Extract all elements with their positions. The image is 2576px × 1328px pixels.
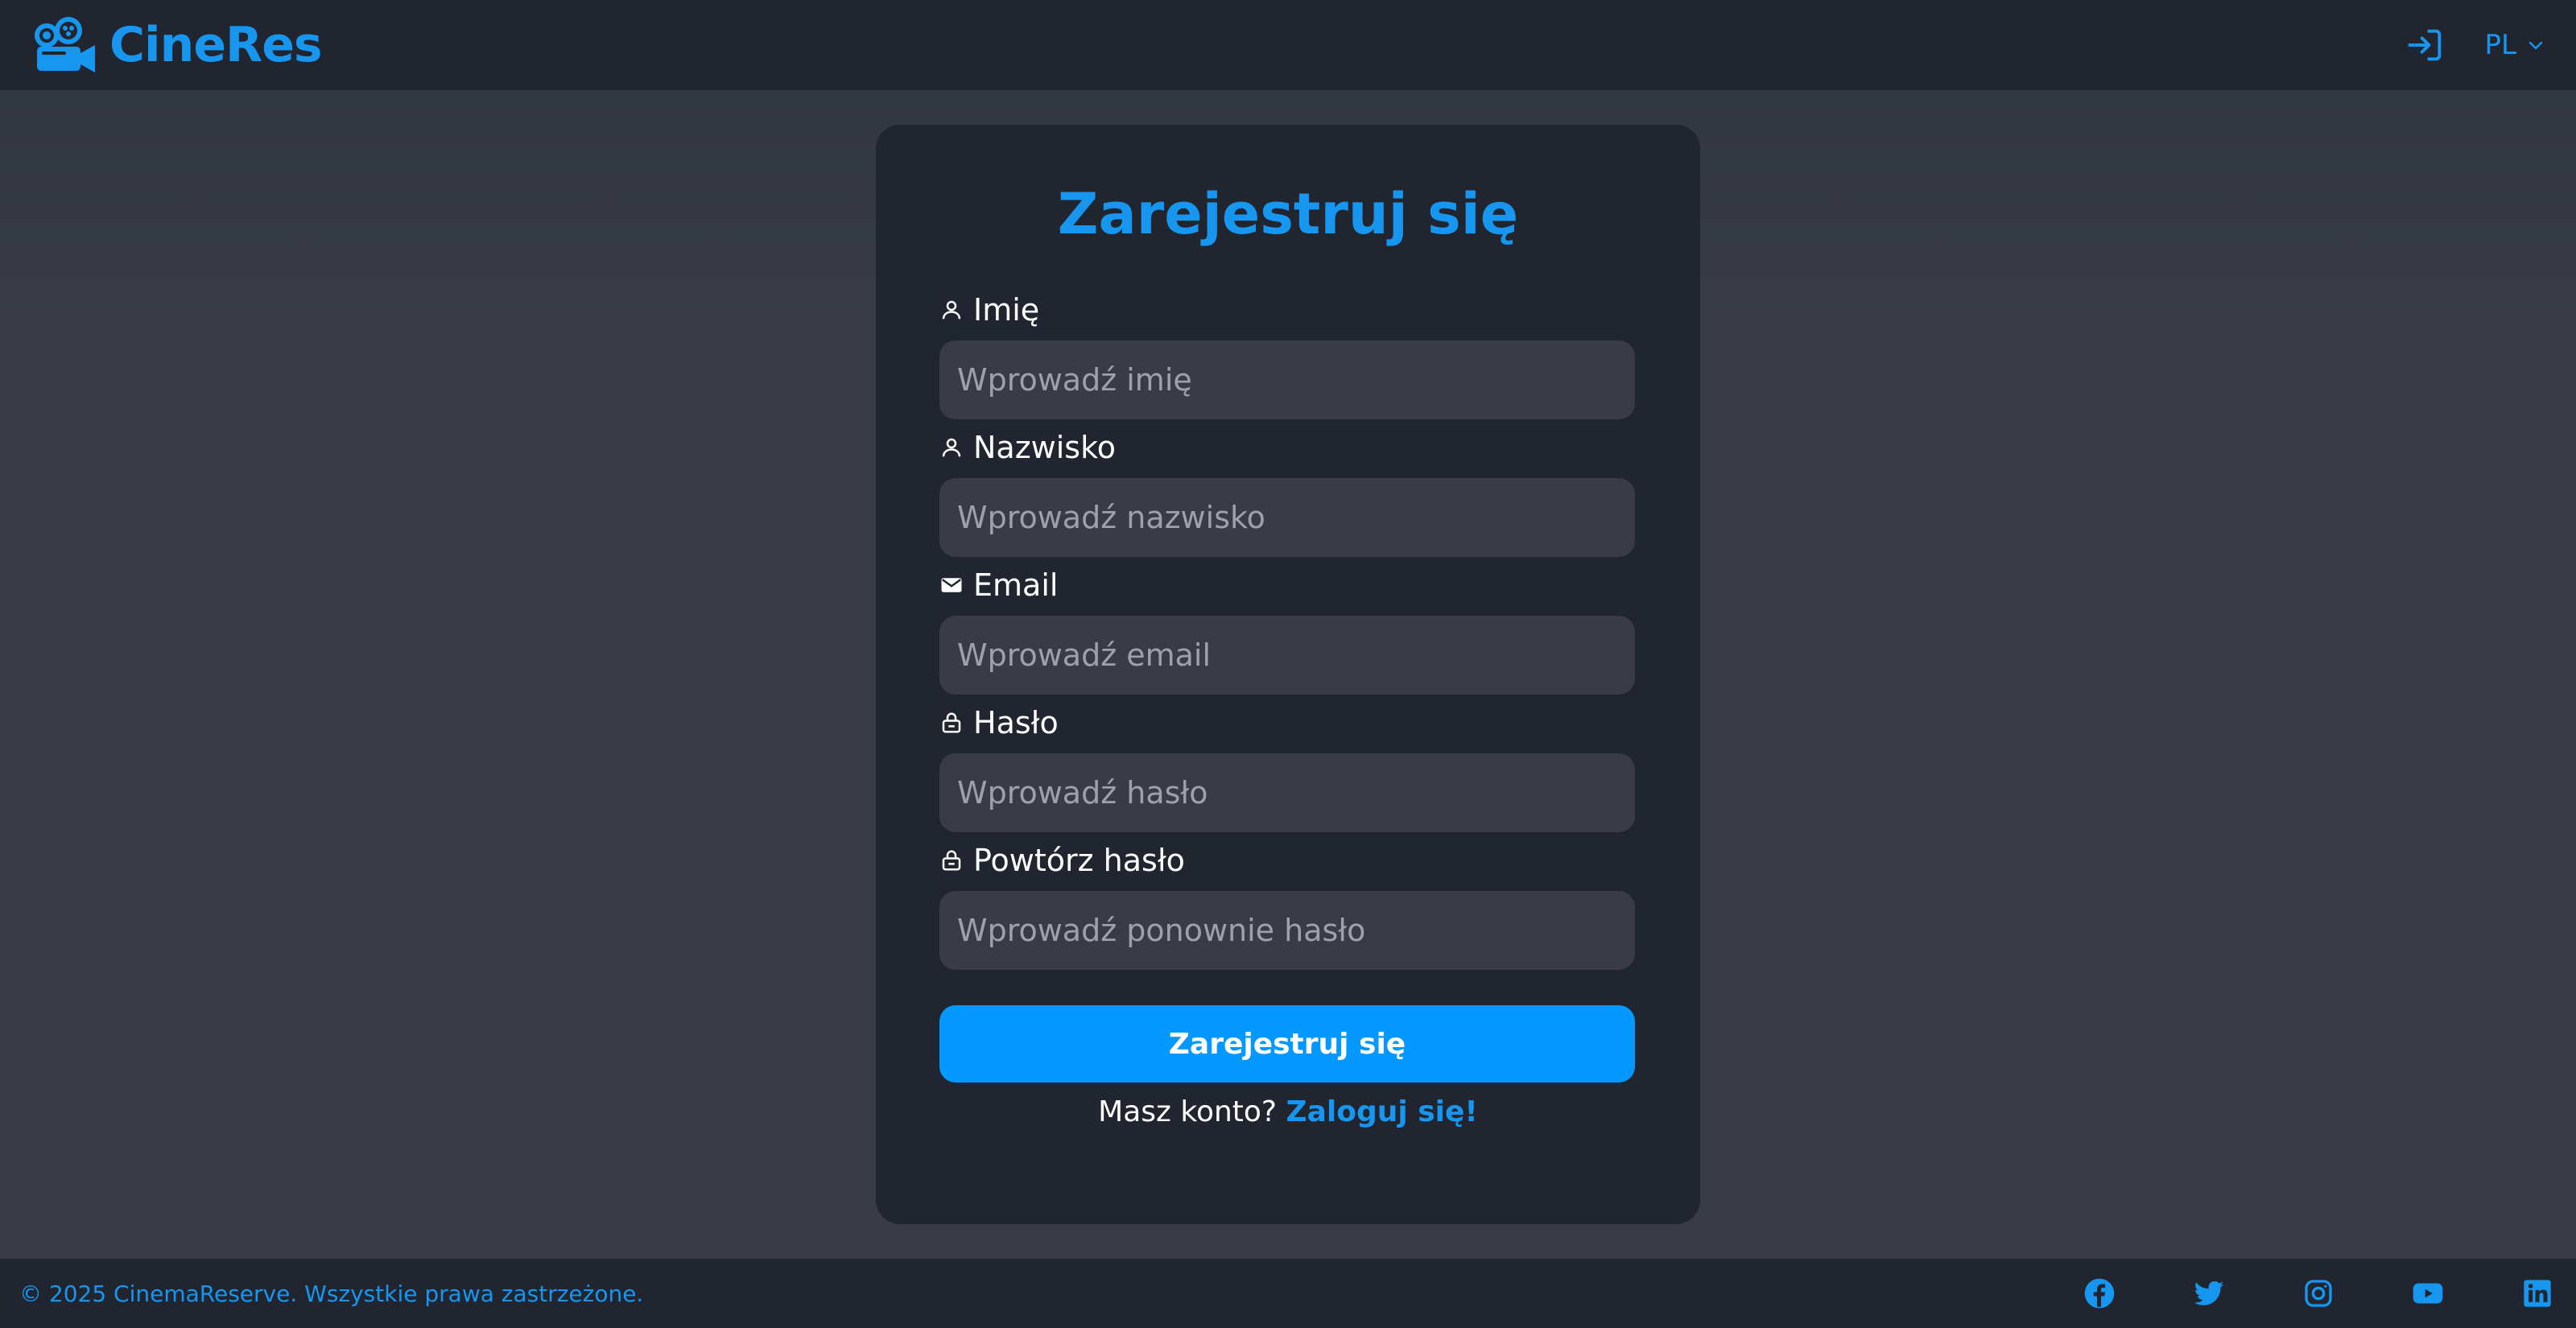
linkedin-icon[interactable] — [2521, 1277, 2553, 1309]
envelope-icon — [941, 578, 962, 592]
language-code: PL — [2484, 29, 2516, 61]
top-navbar: CineRes PL — [0, 0, 2576, 90]
login-icon[interactable] — [2405, 24, 2446, 66]
user-icon — [942, 300, 961, 320]
login-prompt: Masz konto? Zaloguj się! — [876, 1095, 1700, 1128]
repeat-password-input[interactable] — [939, 891, 1635, 970]
login-prompt-text: Masz konto? — [1098, 1095, 1278, 1128]
repeat-password-label: Powtórz hasło — [939, 841, 1635, 880]
brand-name: CineRes — [109, 17, 323, 73]
lock-icon — [942, 850, 961, 871]
password-label: Hasło — [939, 703, 1635, 742]
email-label-text: Email — [973, 567, 1059, 603]
repeat-password-field: Powtórz hasło — [939, 841, 1635, 970]
first-name-input[interactable] — [939, 340, 1635, 419]
film-camera-logo-icon — [35, 17, 95, 72]
chevron-down-icon — [2529, 41, 2543, 50]
instagram-icon[interactable] — [2302, 1277, 2334, 1309]
password-input[interactable] — [939, 753, 1635, 832]
login-link[interactable]: Zaloguj się! — [1286, 1095, 1477, 1128]
header-actions: PL — [2405, 24, 2544, 66]
twitter-icon[interactable] — [2193, 1277, 2225, 1309]
password-field: Hasło — [939, 703, 1635, 832]
email-label: Email — [939, 566, 1635, 604]
password-label-text: Hasło — [973, 705, 1059, 740]
register-card: Zarejestruj się Imię Nazwisko — [876, 125, 1700, 1224]
copyright-text: © 2025 CinemaReserve. Wszystkie prawa za… — [19, 1280, 644, 1307]
register-button[interactable]: Zarejestruj się — [939, 1005, 1635, 1083]
main-content: Zarejestruj się Imię Nazwisko — [0, 90, 2576, 1259]
last-name-field: Nazwisko — [939, 428, 1635, 557]
repeat-password-label-text: Powtórz hasło — [973, 843, 1185, 878]
email-field: Email — [939, 566, 1635, 695]
last-name-input[interactable] — [939, 478, 1635, 557]
youtube-icon[interactable] — [2412, 1277, 2444, 1309]
lock-icon — [942, 712, 961, 733]
page-title: Zarejestruj się — [1057, 181, 1519, 247]
email-input[interactable] — [939, 616, 1635, 695]
first-name-field: Imię — [939, 291, 1635, 419]
user-icon — [942, 438, 961, 457]
last-name-label-text: Nazwisko — [973, 430, 1116, 465]
language-selector[interactable]: PL — [2485, 29, 2544, 61]
social-links — [2083, 1277, 2557, 1309]
footer: © 2025 CinemaReserve. Wszystkie prawa za… — [0, 1259, 2576, 1328]
last-name-label: Nazwisko — [939, 428, 1635, 467]
first-name-label: Imię — [939, 291, 1635, 329]
brand[interactable]: CineRes — [32, 16, 323, 74]
facebook-icon[interactable] — [2083, 1277, 2116, 1309]
first-name-label-text: Imię — [973, 292, 1040, 328]
